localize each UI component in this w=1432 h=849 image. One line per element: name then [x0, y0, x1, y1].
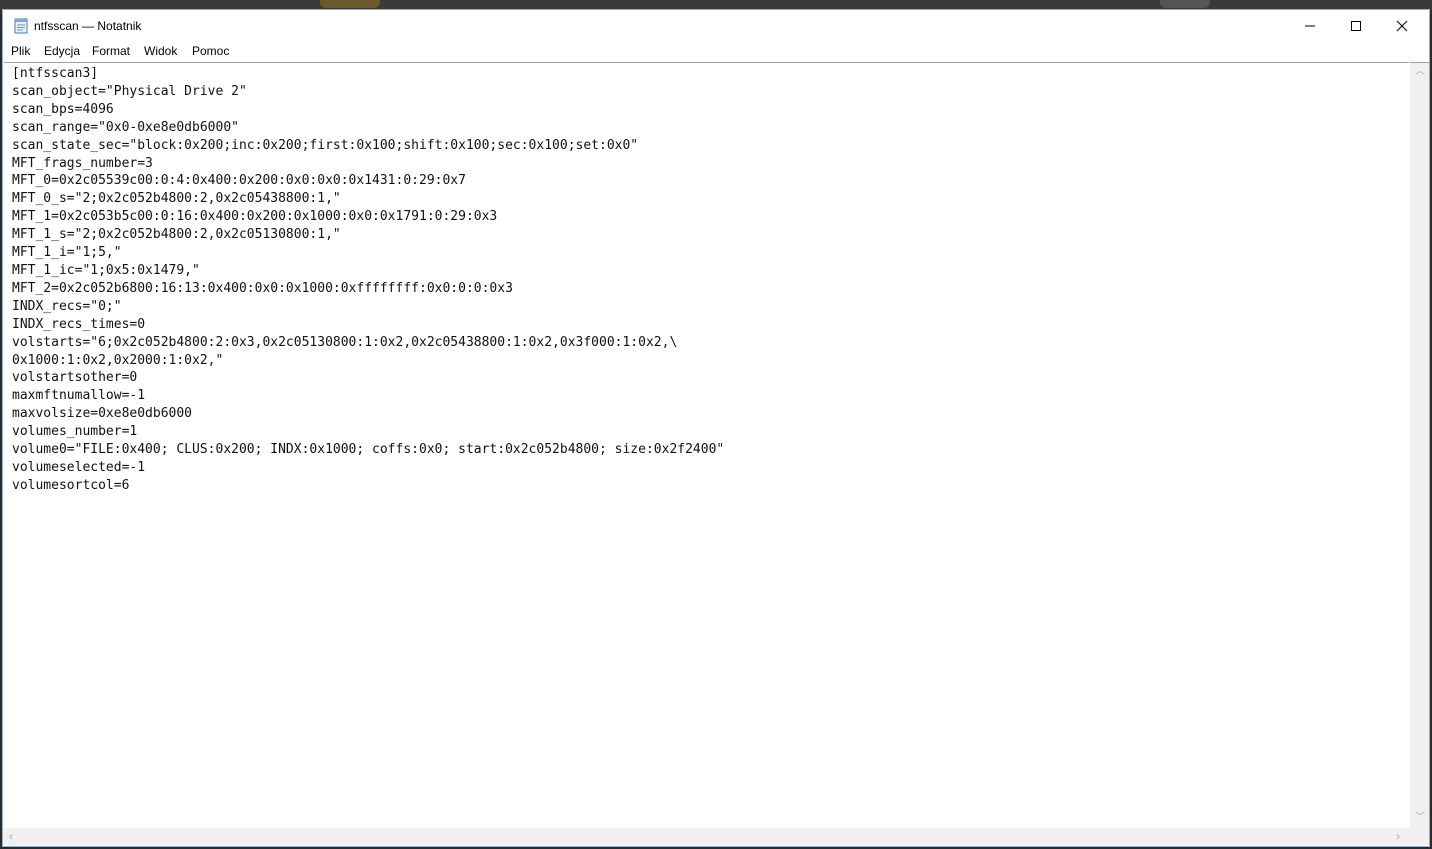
text-line[interactable]: 0x1000:1:0x2,0x2000:1:0x2,": [12, 352, 724, 370]
notepad-icon: [14, 18, 28, 34]
text-line[interactable]: scan_state_sec="block:0x200;inc:0x200;fi…: [12, 137, 724, 155]
text-line[interactable]: volstarts="6;0x2c052b4800:2:0x3,0x2c0513…: [12, 334, 724, 352]
desktop-wallpaper-detail: [320, 0, 380, 8]
window-title: ntfsscan — Notatnik: [34, 19, 142, 33]
text-line[interactable]: volume0="FILE:0x400; CLUS:0x200; INDX:0x…: [12, 441, 724, 459]
vertical-scrollbar[interactable]: ︿ ﹀: [1410, 62, 1429, 829]
text-line[interactable]: scan_range="0x0-0xe8e0db6000": [12, 119, 724, 137]
menu-format[interactable]: Format: [91, 44, 131, 58]
text-line[interactable]: scan_object="Physical Drive 2": [12, 83, 724, 101]
text-line[interactable]: INDX_recs_times=0: [12, 316, 724, 334]
text-editor[interactable]: [ntfsscan3] scan_object="Physical Drive 2…: [4, 62, 1409, 829]
horizontal-scrollbar[interactable]: ‹ ›: [4, 828, 1410, 845]
chevron-left-icon[interactable]: ‹: [9, 830, 13, 842]
title-bar[interactable]: ntfsscan — Notatnik: [3, 10, 1429, 42]
maximize-button[interactable]: [1333, 10, 1379, 42]
minimize-button[interactable]: [1287, 10, 1333, 42]
text-line[interactable]: INDX_recs="0;": [12, 298, 724, 316]
text-line[interactable]: volstartsother=0: [12, 369, 724, 387]
text-line[interactable]: MFT_1=0x2c053b5c00:0:16:0x400:0x200:0x10…: [12, 208, 724, 226]
minimize-icon: [1305, 25, 1315, 27]
chevron-right-icon[interactable]: ›: [1396, 830, 1400, 842]
text-line[interactable]: MFT_frags_number=3: [12, 155, 724, 173]
text-line[interactable]: [ntfsscan3]: [12, 65, 724, 83]
menu-help[interactable]: Pomoc: [191, 44, 230, 58]
menu-edit[interactable]: Edycja: [43, 44, 81, 58]
text-line[interactable]: MFT_2=0x2c052b6800:16:13:0x400:0x0:0x100…: [12, 280, 724, 298]
menu-bar: Plik Edycja Format Widok Pomoc: [3, 42, 1429, 62]
text-line[interactable]: MFT_1_i="1;5,": [12, 244, 724, 262]
chevron-up-icon[interactable]: ︿: [1415, 67, 1425, 77]
menu-view[interactable]: Widok: [143, 44, 178, 58]
menu-file[interactable]: Plik: [10, 44, 31, 58]
notepad-window: ntfsscan — Notatnik Plik Edycja Format W…: [2, 9, 1430, 847]
text-line[interactable]: volumesortcol=6: [12, 477, 724, 495]
text-line[interactable]: maxmftnumallow=-1: [12, 387, 724, 405]
chevron-down-icon[interactable]: ﹀: [1415, 813, 1425, 823]
text-line[interactable]: volumes_number=1: [12, 423, 724, 441]
maximize-icon: [1351, 21, 1361, 31]
text-line[interactable]: MFT_1_s="2;0x2c052b4800:2,0x2c05130800:1…: [12, 226, 724, 244]
text-line[interactable]: MFT_1_ic="1;0x5:0x1479,": [12, 262, 724, 280]
document-text[interactable]: [ntfsscan3] scan_object="Physical Drive 2…: [12, 65, 724, 495]
text-line[interactable]: MFT_0=0x2c05539c00:0:4:0x400:0x200:0x0:0…: [12, 172, 724, 190]
close-icon: [1396, 20, 1408, 32]
desktop-wallpaper-detail: [1160, 0, 1210, 8]
text-line[interactable]: volumeselected=-1: [12, 459, 724, 477]
text-line[interactable]: maxvolsize=0xe8e0db6000: [12, 405, 724, 423]
text-line[interactable]: scan_bps=4096: [12, 101, 724, 119]
scrollbar-corner: [1410, 828, 1429, 845]
text-line[interactable]: MFT_0_s="2;0x2c052b4800:2,0x2c05438800:1…: [12, 190, 724, 208]
close-button[interactable]: [1379, 10, 1425, 42]
